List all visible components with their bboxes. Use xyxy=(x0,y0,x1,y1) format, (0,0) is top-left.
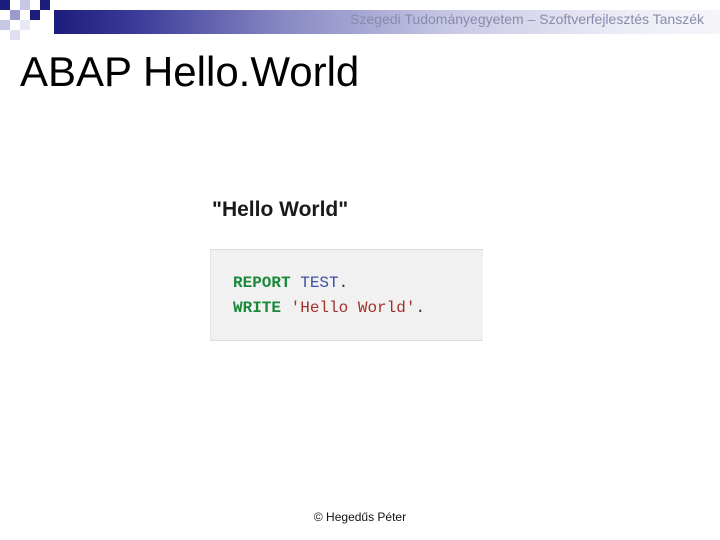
code-keyword: WRITE xyxy=(233,299,282,317)
square-dark xyxy=(40,0,50,10)
section-heading: "Hello World" xyxy=(212,198,349,221)
code-line-2: WRITE 'Hello World'. xyxy=(233,299,425,317)
square-pale xyxy=(10,30,20,40)
code-identifier: TEST xyxy=(300,274,339,292)
code-string: 'Hello World' xyxy=(290,299,416,317)
square-medium xyxy=(10,10,20,20)
decorative-squares xyxy=(0,0,50,40)
institution-label: Szegedi Tudományegyetem – Szoftverfejles… xyxy=(350,11,704,27)
code-line-1: REPORT TEST. xyxy=(233,274,348,292)
code-block: REPORT TEST. WRITE 'Hello World'. xyxy=(210,249,483,341)
square-light xyxy=(0,20,10,30)
slide-title: ABAP Hello.World xyxy=(20,48,360,95)
code-keyword: REPORT xyxy=(233,274,291,292)
square-light xyxy=(20,0,30,10)
footer-author: © Hegedűs Péter xyxy=(313,510,407,524)
square-dark xyxy=(0,0,10,10)
code-terminator: . xyxy=(338,274,349,292)
square-dark xyxy=(30,10,40,20)
code-terminator: . xyxy=(415,299,426,317)
square-pale xyxy=(20,20,30,30)
